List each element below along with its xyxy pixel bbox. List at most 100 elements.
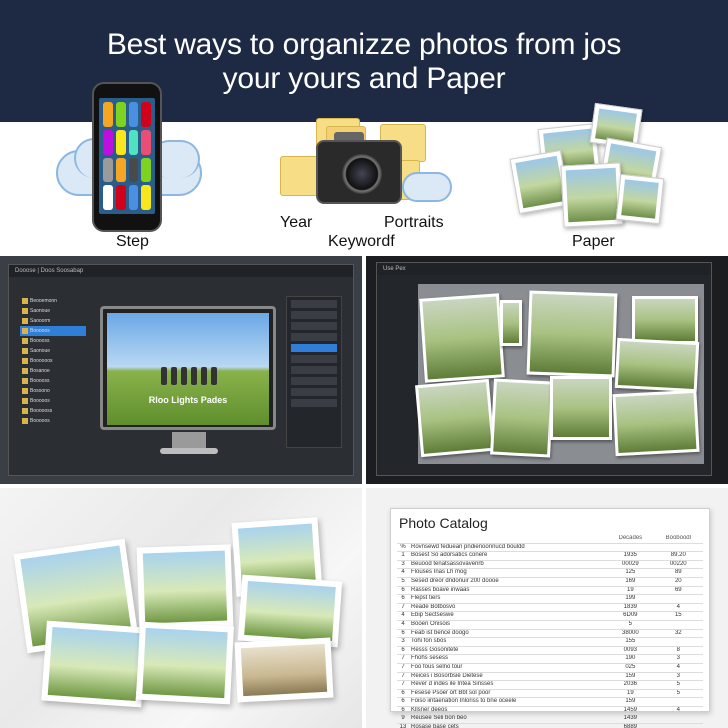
group-photo[interactable]: Rloo Lights Pades: [107, 313, 269, 425]
table-cell: Fhohs sesess: [409, 654, 608, 664]
table-row: 3 Beuood tenatsassovaverirb 00029 00220: [397, 560, 703, 570]
table-cell: 89.20: [653, 551, 703, 561]
table-cell: Rasses boave inwaas: [409, 586, 608, 596]
collage-photo[interactable]: [419, 293, 505, 383]
table-cell: Bosest So adorsatics conere: [409, 551, 608, 561]
table-cell: 3: [397, 637, 409, 647]
camera-lens: [342, 154, 382, 194]
property-row[interactable]: [291, 388, 337, 396]
catalog-header-row: Decades Booboodl: [397, 535, 703, 544]
column-header: [409, 535, 608, 544]
table-cell: Ebip Sectseswe: [409, 611, 608, 621]
collage-photo[interactable]: [614, 337, 700, 393]
label-step: Step: [116, 233, 149, 250]
label-paper: Paper: [572, 233, 615, 250]
collage-photo[interactable]: [550, 376, 612, 440]
collage-photo[interactable]: [415, 378, 495, 458]
catalog-table: Decades Booboodl % Rovnsewd feduean pndie…: [397, 535, 703, 728]
table-row: 3 Tohi fon sbos 155: [397, 637, 703, 647]
sidebar-item[interactable]: Bosoono: [20, 386, 86, 396]
sidebar-item[interactable]: Beooemonn: [20, 296, 86, 306]
person: [211, 367, 217, 385]
sidebar-item[interactable]: Bosanoe: [20, 366, 86, 376]
app-icon: [103, 157, 113, 183]
table-cell: 1: [397, 551, 409, 561]
app-icon: [128, 129, 139, 155]
app-icon: [103, 102, 113, 127]
property-row[interactable]: [291, 311, 337, 319]
sidebar-item-selected[interactable]: Booooos: [20, 326, 86, 336]
table-cell: 1439: [607, 714, 654, 725]
property-row-selected[interactable]: [291, 344, 337, 352]
sidebar-item[interactable]: Booooos: [20, 396, 86, 406]
table-cell: Reices i Bosorbsie Dietese: [409, 672, 608, 682]
table-row: 7 Rever d indes ile Intea Sinsses 2036 5: [397, 680, 703, 690]
table-cell: Feab ist bence doogo: [409, 629, 608, 639]
property-row[interactable]: [291, 333, 337, 341]
app-icon: [115, 129, 126, 155]
collage-photo[interactable]: [526, 290, 618, 378]
table-row: 6 Rasses boave inwaas 19 69: [397, 586, 703, 596]
property-row[interactable]: [291, 322, 337, 330]
window-titlebar: Use Pex: [377, 263, 711, 275]
sidebar-item[interactable]: Saonoue: [20, 306, 86, 316]
table-cell: 7: [397, 663, 409, 673]
sidebar-item[interactable]: Booooss: [20, 336, 86, 346]
collage-photo[interactable]: [632, 296, 698, 344]
collage-photo[interactable]: [612, 389, 700, 457]
sidebar-item[interactable]: Saooorm: [20, 316, 86, 326]
table-cell: %: [397, 543, 409, 553]
table-cell: 5: [397, 577, 409, 587]
table-cell: Foiso iintaenation Inloriss to bne oceel…: [409, 697, 608, 707]
table-cell: 4: [397, 611, 409, 621]
table-cell: 5: [607, 620, 654, 630]
table-cell: 69: [653, 586, 703, 596]
collage-photo[interactable]: [500, 300, 522, 346]
paper-photo: [560, 162, 624, 228]
sidebar-item[interactable]: Boooooss: [20, 406, 86, 416]
table-cell: [653, 543, 703, 553]
property-row[interactable]: [291, 366, 337, 374]
table-row: 7 Foo fous selno tour 025 4: [397, 663, 703, 673]
table-row: 7 Fhohs sesess 190 3: [397, 654, 703, 664]
table-cell: 3: [653, 654, 703, 664]
table-cell: 19: [607, 689, 654, 699]
smartphone-icon: [92, 82, 162, 232]
table-cell: 159: [607, 672, 654, 682]
table-cell: 190: [607, 654, 654, 664]
table-cell: 2036: [607, 680, 654, 690]
app-icon: [115, 185, 126, 210]
property-row[interactable]: [291, 300, 337, 308]
table-cell: [653, 620, 703, 630]
photo-caption: Rloo Lights Pades: [148, 395, 228, 405]
table-cell: 6: [397, 646, 409, 656]
table-cell: Flouses Inas Lh mog: [409, 568, 608, 578]
folder-icon: [22, 418, 28, 424]
folder-icon: [22, 298, 28, 304]
table-cell: 13: [397, 723, 409, 728]
printed-photo: [234, 637, 334, 703]
table-cell: Booen Onisois: [409, 620, 608, 630]
sidebar-item[interactable]: Booooos: [20, 416, 86, 426]
sidebar-item[interactable]: Booooss: [20, 376, 86, 386]
property-row[interactable]: [291, 355, 337, 363]
table-cell: Sesed dreor dndonuir 200 doooe: [409, 577, 608, 587]
table-row: 7 Reade Botbosvo 1839 4: [397, 603, 703, 613]
app-icon: [128, 102, 139, 127]
person: [191, 367, 197, 385]
collage-photo[interactable]: [490, 378, 554, 458]
app-icon: [115, 157, 126, 183]
folder-icon: [22, 388, 28, 394]
table-cell: 0093: [607, 646, 654, 656]
sidebar-item[interactable]: Saonoue: [20, 346, 86, 356]
properties-panel: [286, 296, 342, 448]
table-cell: 3: [397, 560, 409, 570]
sidebar-item[interactable]: Boooooos: [20, 356, 86, 366]
table-cell: 20: [653, 577, 703, 587]
catalog-title: Photo Catalog: [399, 515, 488, 531]
property-row[interactable]: [291, 377, 337, 385]
folder-icon: [22, 398, 28, 404]
table-row: 6 Resss Gosonitete 0093 8: [397, 646, 703, 656]
table-cell: 6: [397, 594, 409, 604]
property-row[interactable]: [291, 399, 337, 407]
